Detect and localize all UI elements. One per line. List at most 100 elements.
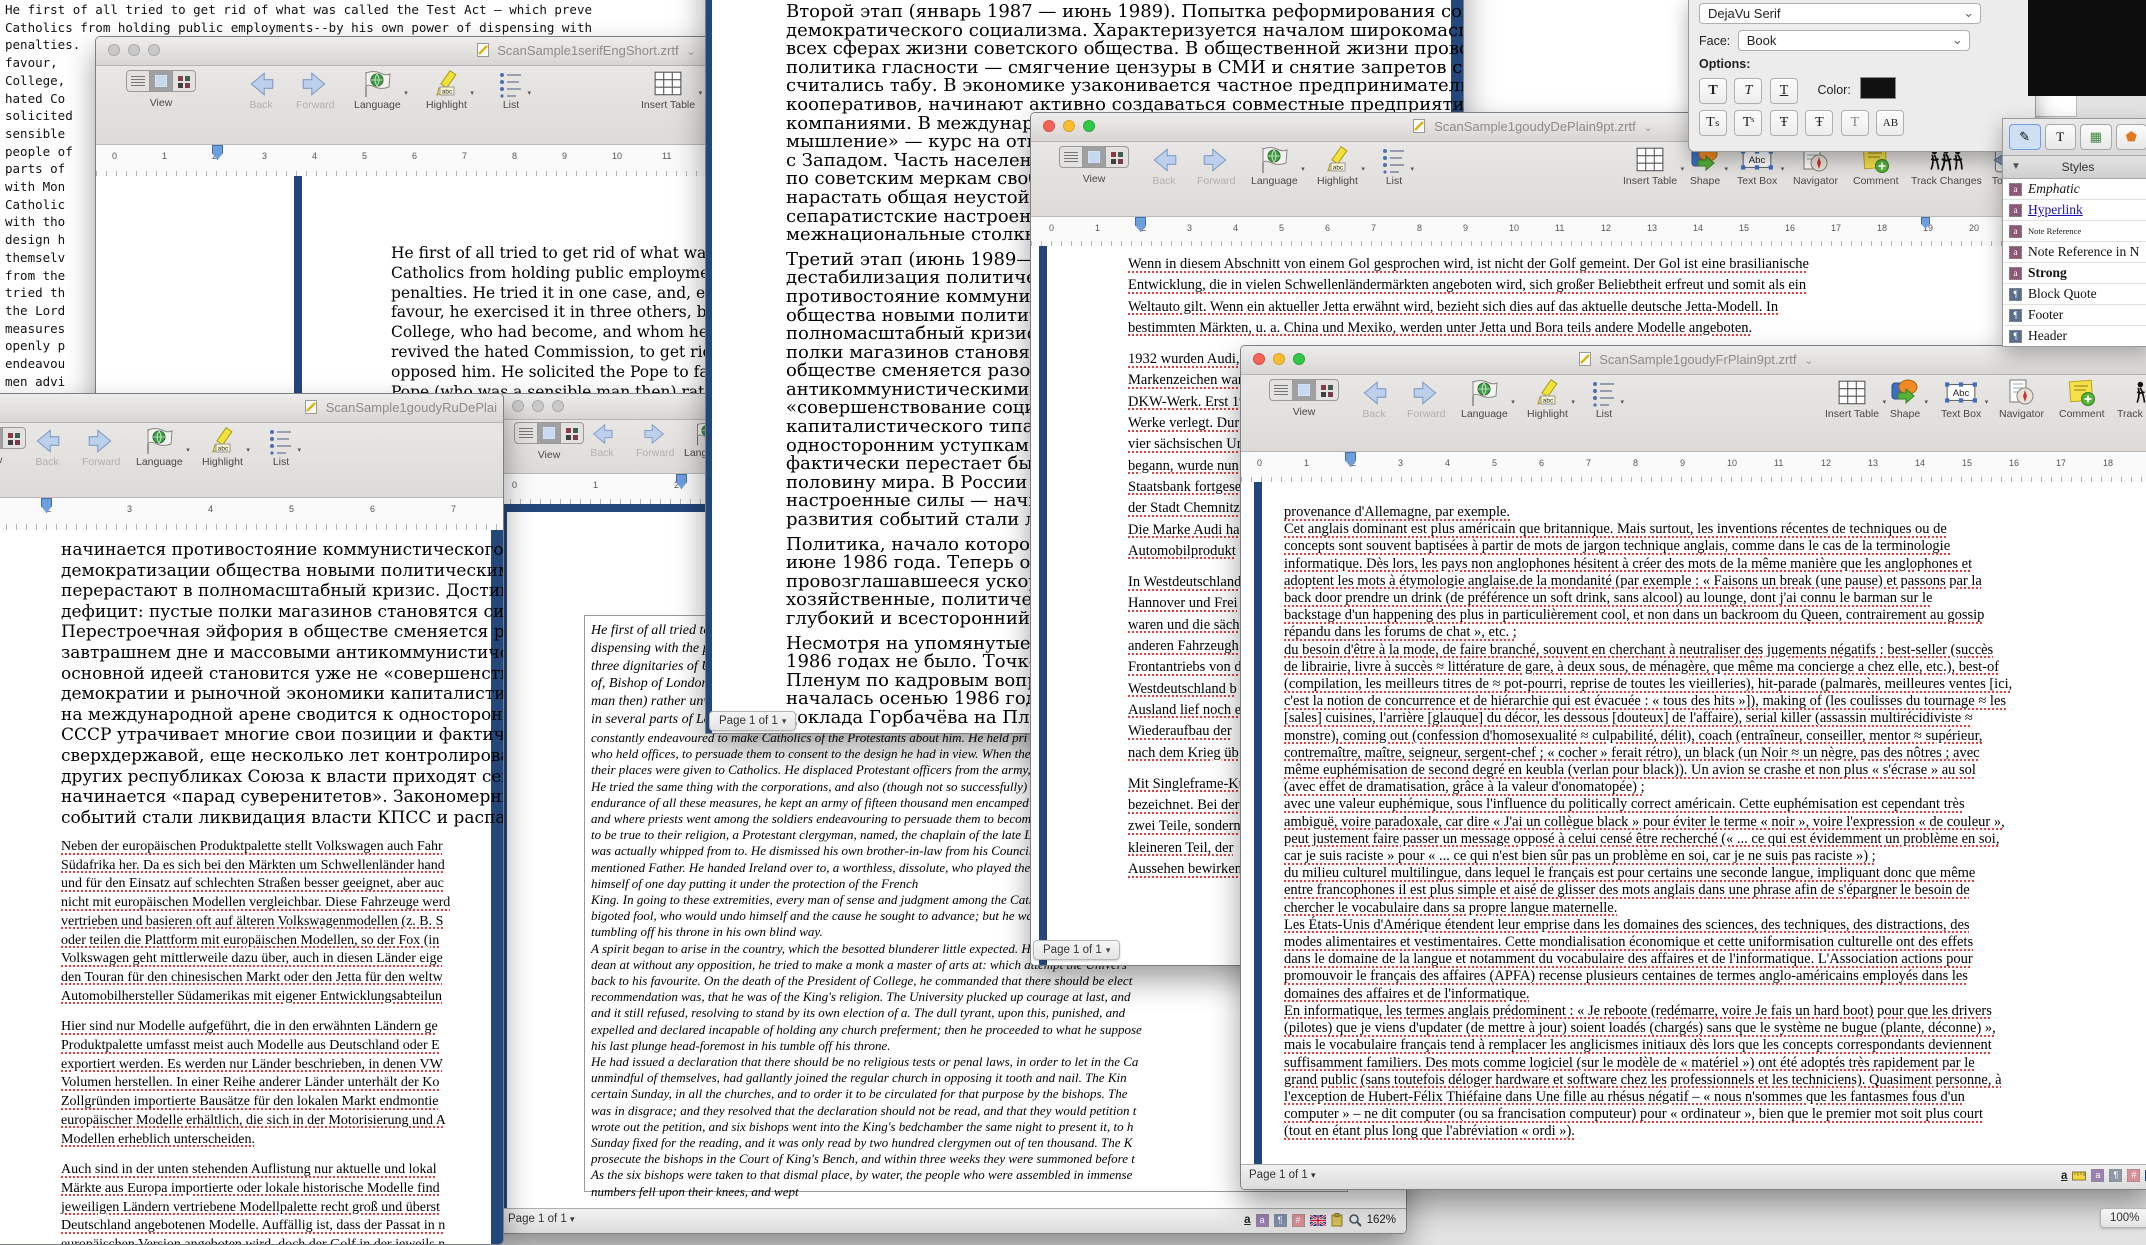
comment-button[interactable]: Comment bbox=[1853, 146, 1899, 187]
page-indicator[interactable]: Page 1 of 1 ▾ bbox=[508, 1213, 575, 1225]
language-button[interactable]: ▾Language bbox=[136, 427, 183, 468]
style-item-hyperlink[interactable]: aHyperlink bbox=[2003, 200, 2146, 221]
highlight-button[interactable]: ▾Highlight bbox=[1527, 379, 1568, 420]
char-style-icon[interactable]: a bbox=[1256, 1214, 1269, 1227]
view-control[interactable]: View bbox=[514, 422, 584, 461]
titlebar[interactable]: ScanSample1goudyRuDePlai bbox=[0, 394, 503, 423]
strikethrough-button[interactable]: Ŧ bbox=[1770, 110, 1798, 136]
forward-button[interactable]: Forward bbox=[636, 422, 675, 459]
subscript-button[interactable]: Tₛ bbox=[1699, 110, 1727, 136]
smallcaps-button[interactable]: AB bbox=[1876, 110, 1904, 136]
navigator-button[interactable]: Navigator bbox=[1999, 379, 2044, 420]
style-item-header[interactable]: ¶Header bbox=[2003, 326, 2146, 347]
insert-table-button[interactable]: ▾Insert Table bbox=[641, 70, 695, 111]
insert-table-button[interactable]: ▾Insert Table bbox=[1623, 146, 1677, 187]
view-control[interactable]: View bbox=[1059, 146, 1129, 185]
navigator-button[interactable]: Navigator bbox=[1793, 146, 1838, 187]
chevron-down-icon[interactable]: ⌄ bbox=[686, 46, 695, 58]
style-item-note-reference[interactable]: aNote Reference bbox=[2003, 221, 2146, 242]
shape-button[interactable]: ▾Shape bbox=[1689, 146, 1721, 187]
ruler[interactable]: 012345678910111213141516171819 bbox=[1241, 452, 2146, 484]
italic-button[interactable]: T bbox=[1734, 78, 1762, 104]
styles-header[interactable]: ▼ Styles bbox=[2003, 156, 2146, 179]
disclosure-triangle-icon[interactable]: ▼ bbox=[2011, 156, 2021, 178]
page-indicator[interactable]: Page 1 of 1▾ bbox=[709, 711, 796, 731]
list-button[interactable]: ▾List bbox=[268, 427, 294, 468]
autocorrect-icon[interactable]: a bbox=[2061, 1170, 2067, 1182]
tab-shape-icon[interactable]: ⬟ bbox=[2116, 124, 2146, 150]
list-button[interactable]: ▾List bbox=[1591, 379, 1617, 420]
document-area[interactable]: provenance d'Allemagne, par exemple.Cet … bbox=[1241, 482, 2146, 1189]
style-item-note-reference-in-note[interactable]: aNote Reference in N bbox=[2003, 242, 2146, 263]
tab-table-icon[interactable]: ▦ bbox=[2080, 124, 2112, 150]
text-box-button[interactable]: ▾Text Box bbox=[1737, 146, 1777, 187]
autocorrect-icon[interactable]: a bbox=[1244, 1214, 1250, 1226]
style-item-footer[interactable]: ¶Footer bbox=[2003, 305, 2146, 326]
ruler[interactable]: 012345678 bbox=[0, 498, 503, 531]
double-strikethrough-button[interactable]: Ŧ bbox=[1805, 110, 1833, 136]
grid-icon[interactable]: # bbox=[1292, 1214, 1305, 1227]
comment-button[interactable]: Comment bbox=[2059, 379, 2105, 420]
superscript-button[interactable]: Tˢ bbox=[1734, 110, 1762, 136]
titlebar[interactable]: ScanSample1goudyFrPlain9pt.zrtf ⌄ bbox=[1241, 346, 2146, 375]
document-area[interactable]: начинается противостояние коммунистическ… bbox=[0, 530, 503, 1244]
zoom-button[interactable] bbox=[552, 400, 564, 412]
para-style-icon[interactable]: ¶ bbox=[2109, 1169, 2122, 1182]
forward-button[interactable]: Forward bbox=[82, 427, 121, 468]
style-item-emphatic[interactable]: aEmphatic bbox=[2003, 179, 2146, 200]
chevron-down-icon[interactable]: ⌄ bbox=[1804, 355, 1813, 367]
chevron-down-icon[interactable]: ⌄ bbox=[1643, 122, 1652, 134]
document-text[interactable]: начинается противостояние коммунистическ… bbox=[61, 540, 504, 828]
text-box-button[interactable]: ▾Text Box bbox=[1941, 379, 1981, 420]
shadow-button[interactable]: T bbox=[1841, 110, 1869, 136]
tab-text-icon[interactable]: T bbox=[2045, 124, 2077, 150]
language-button[interactable]: ▾Language bbox=[1251, 146, 1298, 187]
view-control[interactable]: View bbox=[1269, 379, 1339, 418]
back-button[interactable]: Back bbox=[246, 70, 276, 111]
highlight-button[interactable]: ▾Highlight bbox=[426, 70, 467, 111]
track-changes-button[interactable]: Track Changes bbox=[2117, 379, 2146, 420]
tab-pencil-icon[interactable]: ✎ bbox=[2009, 124, 2041, 150]
highlight-button[interactable]: ▾Highlight bbox=[1317, 146, 1358, 187]
document-text[interactable]: Neben der europäischen Produktpalette st… bbox=[61, 838, 450, 1245]
insert-table-button[interactable]: ▾Insert Table bbox=[1825, 379, 1879, 420]
grid-icon[interactable]: # bbox=[2127, 1169, 2140, 1182]
page-indicator[interactable]: Page 1 of 1 ▾ bbox=[1249, 1169, 1316, 1181]
view-control[interactable]: View bbox=[0, 427, 26, 466]
forward-button[interactable]: Forward bbox=[1407, 379, 1446, 420]
track-changes-button[interactable]: Track Changes bbox=[1911, 146, 1982, 187]
list-button[interactable]: ▾List bbox=[1381, 146, 1407, 187]
style-item-strong[interactable]: aStrong bbox=[2003, 263, 2146, 284]
corner-zoom-widget[interactable]: 100% bbox=[2100, 1208, 2146, 1228]
page-indicator[interactable]: Page 1 of 1▾ bbox=[1033, 940, 1120, 960]
shape-button[interactable]: ▾Shape bbox=[1889, 379, 1921, 420]
language-button[interactable]: ▾Language bbox=[354, 70, 401, 111]
zoom-level[interactable]: 162% bbox=[1367, 1214, 1396, 1226]
ruler[interactable]: 01234567891011121314151617181920 bbox=[1031, 217, 2035, 248]
char-style-icon[interactable]: a bbox=[2091, 1169, 2104, 1182]
color-swatch[interactable] bbox=[1860, 77, 1896, 99]
ruler-icon[interactable] bbox=[2072, 1170, 2086, 1182]
language-button[interactable]: ▾Language bbox=[1461, 379, 1508, 420]
back-button[interactable]: Back bbox=[32, 427, 62, 468]
bold-button[interactable]: T bbox=[1699, 78, 1727, 104]
document-text[interactable]: He first of all tried todispensing with … bbox=[591, 622, 718, 729]
minimize-button[interactable] bbox=[532, 400, 544, 412]
para-style-icon[interactable]: ¶ bbox=[1274, 1214, 1287, 1227]
document-text[interactable]: provenance d'Allemagne, par exemple.Cet … bbox=[1284, 504, 2012, 1141]
style-item-block-quote[interactable]: ¶Block Quote bbox=[2003, 284, 2146, 305]
view-control[interactable]: View bbox=[126, 70, 196, 109]
forward-button[interactable]: Forward bbox=[296, 70, 335, 111]
font-family-select[interactable]: DejaVu Serif bbox=[1699, 3, 1981, 24]
back-button[interactable]: Back bbox=[588, 422, 616, 459]
back-button[interactable]: Back bbox=[1149, 146, 1179, 187]
underline-button[interactable]: T bbox=[1770, 78, 1798, 104]
list-button[interactable]: ▾List bbox=[498, 70, 524, 111]
face-select[interactable]: Book bbox=[1738, 30, 1970, 51]
back-button[interactable]: Back bbox=[1359, 379, 1389, 420]
close-button[interactable] bbox=[512, 400, 524, 412]
clipboard-icon[interactable] bbox=[1331, 1213, 1343, 1227]
highlight-button[interactable]: ▾Highlight bbox=[202, 427, 243, 468]
zoom-magnifier-icon[interactable] bbox=[1348, 1213, 1362, 1227]
forward-button[interactable]: Forward bbox=[1197, 146, 1236, 187]
